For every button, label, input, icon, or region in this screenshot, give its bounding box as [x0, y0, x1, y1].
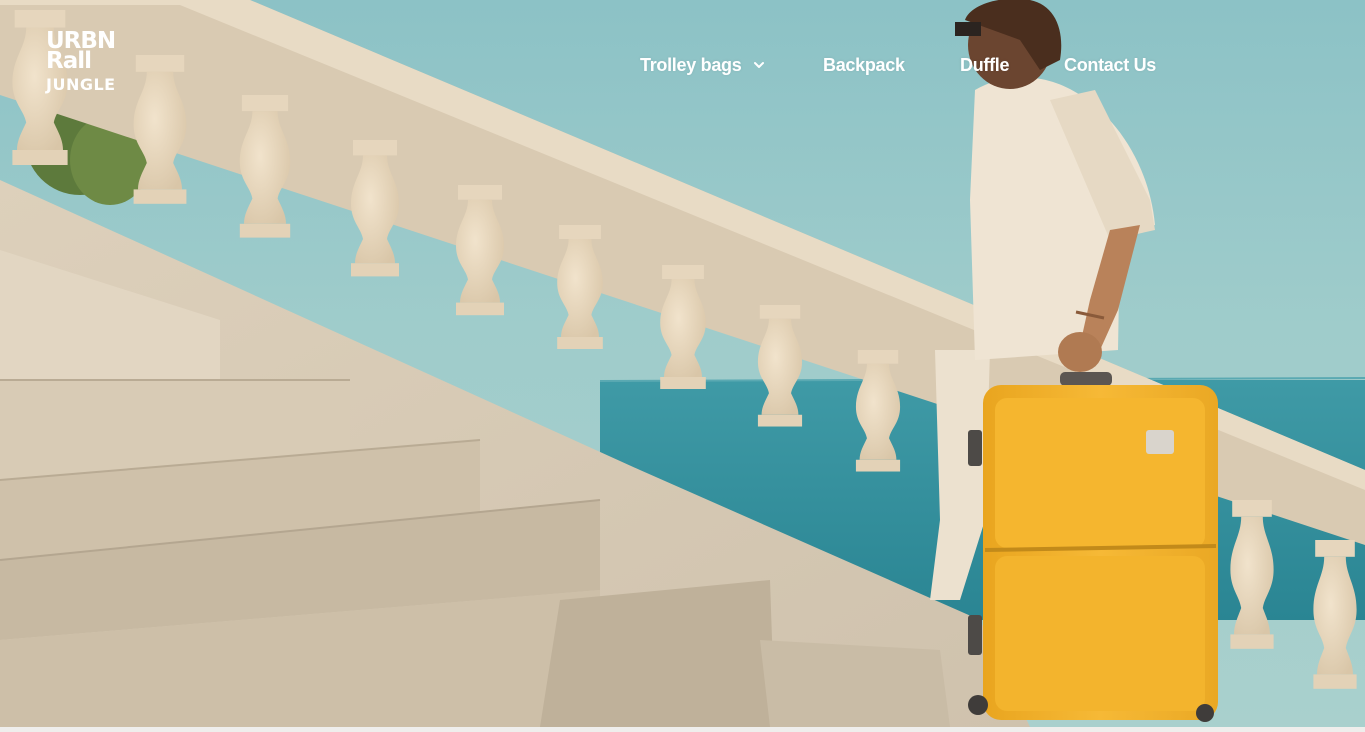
nav-item-duffle[interactable]: Duffle — [960, 52, 1010, 78]
nav-item-contact-us[interactable]: Contact Us — [1064, 52, 1156, 78]
chevron-down-icon — [754, 62, 765, 68]
nav-item-label: Contact Us — [1064, 54, 1157, 75]
main-nav: Trolley bags Backpack Duffle Contact Us — [0, 52, 1365, 78]
nav-item-label: Duffle — [960, 54, 1010, 75]
nav-item-label: Backpack — [823, 54, 905, 75]
nav-item-trolley-bags[interactable]: Trolley bags — [640, 52, 765, 78]
nav-item-label: Trolley bags — [640, 54, 742, 75]
hero-banner: URBN Rall JUNGLE Trolley bags Backpack D… — [0, 0, 1365, 727]
nav-item-backpack[interactable]: Backpack — [823, 52, 905, 78]
hero-image — [0, 0, 1365, 727]
page-bottom-edge — [0, 727, 1365, 732]
logo-text-line3: JUNGLE — [46, 75, 116, 94]
